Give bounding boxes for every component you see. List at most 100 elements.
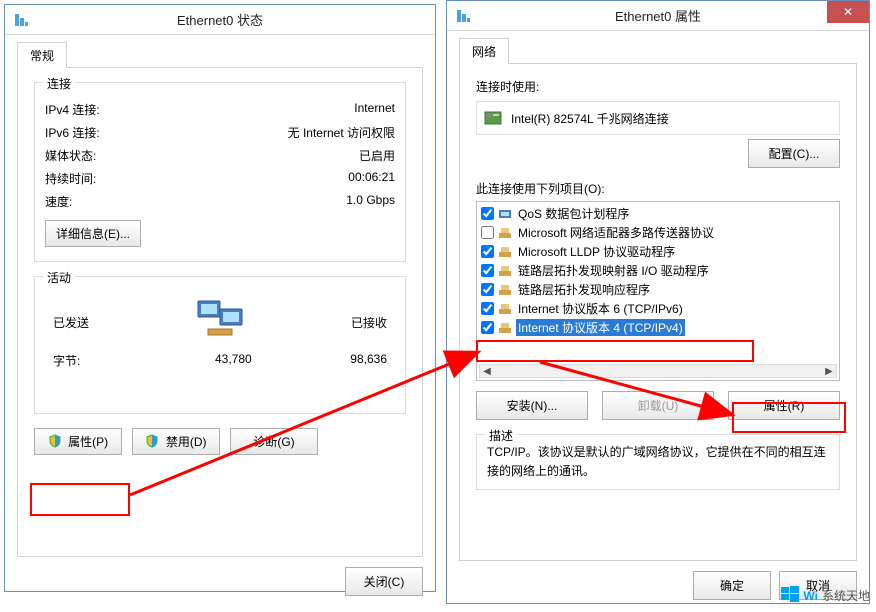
horizontal-scrollbar[interactable]: ◀ ▶ [479,364,837,378]
sent-bytes: 43,780 [80,352,350,369]
item-label: 链路层拓扑发现响应程序 [516,281,652,298]
watermark-site: 系统天地 [822,587,870,604]
connection-group: 连接 IPv4 连接: Internet IPv6 连接: 无 Internet… [34,82,406,262]
duration-label: 持续时间: [45,170,96,187]
status-footer: 关闭(C) [17,567,423,596]
ipv6-value: 无 Internet 访问权限 [288,124,395,141]
tab-general[interactable]: 常规 [17,42,67,68]
action-buttons: 属性(P) 禁用(D) 诊断(G) [34,428,406,455]
media-value: 已启用 [359,147,395,164]
ipv4-value: Internet [354,101,395,118]
details-button[interactable]: 详细信息(E)... [45,220,141,247]
status-window: Ethernet0 状态 常规 连接 IPv4 连接: Internet IPv… [4,4,436,592]
sent-label: 已发送 [53,314,89,331]
install-button[interactable]: 安装(N)... [476,391,588,420]
description-text: TCP/IP。该协议是默认的广域网络协议，它提供在不同的相互连接的网络上的通讯。 [487,443,829,481]
description-legend: 描述 [485,427,517,444]
item-checkbox[interactable] [481,226,494,239]
properties-window: Ethernet0 属性 ✕ 网络 连接时使用: Intel(R) 82574L… [446,0,870,604]
item-checkbox[interactable] [481,264,494,277]
adapter-row: Intel(R) 82574L 千兆网络连接 [476,101,840,135]
disable-button-label: 禁用(D) [166,435,207,449]
item-label: Internet 协议版本 6 (TCP/IPv6) [516,300,685,317]
item-label: QoS 数据包计划程序 [516,205,631,222]
tab-general-content: 连接 IPv4 连接: Internet IPv6 连接: 无 Internet… [17,67,423,557]
recv-bytes: 98,636 [350,352,387,369]
tab-network[interactable]: 网络 [459,38,509,64]
items-listbox[interactable]: QoS 数据包计划程序 Microsoft 网络适配器多路传送器协议 Microso… [476,201,840,381]
item-action-buttons: 安装(N)... 卸载(U) 属性(R) [476,391,840,420]
ipv6-row: IPv6 连接: 无 Internet 访问权限 [45,124,395,141]
scroll-right-icon[interactable]: ▶ [824,366,834,377]
media-row: 媒体状态: 已启用 [45,147,395,164]
list-item[interactable]: Internet 协议版本 4 (TCP/IPv4) [477,318,839,337]
computers-icon [194,299,246,346]
item-checkbox[interactable] [481,245,494,258]
connection-legend: 连接 [43,75,75,92]
connect-using-label: 连接时使用: [476,78,840,95]
list-item[interactable]: Microsoft 网络适配器多路传送器协议 [477,223,839,242]
props-body: 网络 连接时使用: Intel(R) 82574L 千兆网络连接 配置(C)..… [447,31,869,612]
ok-button[interactable]: 确定 [693,571,771,600]
ipv4-row: IPv4 连接: Internet [45,101,395,118]
item-label: Internet 协议版本 4 (TCP/IPv4) [516,319,685,336]
activity-legend: 活动 [43,269,75,286]
bytes-label: 字节: [53,352,80,369]
close-button[interactable]: 关闭(C) [345,567,423,596]
protocol-icon [498,226,512,240]
item-checkbox[interactable] [481,207,494,220]
shield-icon [48,434,62,448]
disable-button[interactable]: 禁用(D) [132,428,220,455]
item-label: Microsoft 网络适配器多路传送器协议 [516,224,716,241]
properties-button[interactable]: 属性(P) [34,428,122,455]
list-item[interactable]: 链路层拓扑发现响应程序 [477,280,839,299]
speed-row: 速度: 1.0 Gbps [45,193,395,210]
close-window-button[interactable]: ✕ [827,1,869,23]
protocol-icon [498,245,512,259]
media-label: 媒体状态: [45,147,96,164]
props-title: Ethernet0 属性 [447,6,869,25]
protocol-icon [498,321,512,335]
close-icon: ✕ [843,5,853,19]
component-icon [498,207,512,221]
duration-row: 持续时间: 00:06:21 [45,170,395,187]
activity-group: 活动 已发送 已接收 字节: [34,276,406,414]
description-group: 描述 TCP/IP。该协议是默认的广域网络协议，它提供在不同的相互连接的网络上的… [476,434,840,490]
props-titlebar: Ethernet0 属性 ✕ [447,1,869,31]
item-label: 链路层拓扑发现映射器 I/O 驱动程序 [516,262,711,279]
status-body: 常规 连接 IPv4 连接: Internet IPv6 连接: 无 Inter… [5,35,435,608]
list-item[interactable]: Internet 协议版本 6 (TCP/IPv6) [477,299,839,318]
item-checkbox[interactable] [481,283,494,296]
status-title: Ethernet0 状态 [5,10,435,29]
status-titlebar: Ethernet0 状态 [5,5,435,35]
item-checkbox[interactable] [481,302,494,315]
uninstall-button: 卸载(U) [602,391,714,420]
speed-value: 1.0 Gbps [346,193,395,210]
tab-network-content: 连接时使用: Intel(R) 82574L 千兆网络连接 配置(C)... 此… [459,63,857,561]
ipv6-label: IPv6 连接: [45,124,100,141]
watermark: Wi 系统天地 [781,585,870,606]
nic-icon [483,108,503,128]
protocol-icon [498,264,512,278]
duration-value: 00:06:21 [348,170,395,187]
ipv4-label: IPv4 连接: [45,101,100,118]
properties-button-label: 属性(P) [68,435,108,449]
list-item[interactable]: QoS 数据包计划程序 [477,204,839,223]
item-checkbox[interactable] [481,321,494,334]
bytes-row: 字节: 43,780 98,636 [45,352,395,369]
list-item[interactable]: Microsoft LLDP 协议驱动程序 [477,242,839,261]
item-label: Microsoft LLDP 协议驱动程序 [516,243,677,260]
list-item[interactable]: 链路层拓扑发现映射器 I/O 驱动程序 [477,261,839,280]
speed-label: 速度: [45,193,72,210]
recv-label: 已接收 [351,314,387,331]
adapter-name: Intel(R) 82574L 千兆网络连接 [511,110,669,127]
diagnose-button[interactable]: 诊断(G) [230,428,318,455]
item-properties-button[interactable]: 属性(R) [728,391,840,420]
protocol-icon [498,302,512,316]
activity-visual: 已发送 已接收 [53,299,387,346]
scroll-left-icon[interactable]: ◀ [482,366,492,377]
configure-button[interactable]: 配置(C)... [748,139,840,168]
watermark-brand: Wi [803,589,818,603]
items-label: 此连接使用下列项目(O): [476,180,840,197]
protocol-icon [498,283,512,297]
